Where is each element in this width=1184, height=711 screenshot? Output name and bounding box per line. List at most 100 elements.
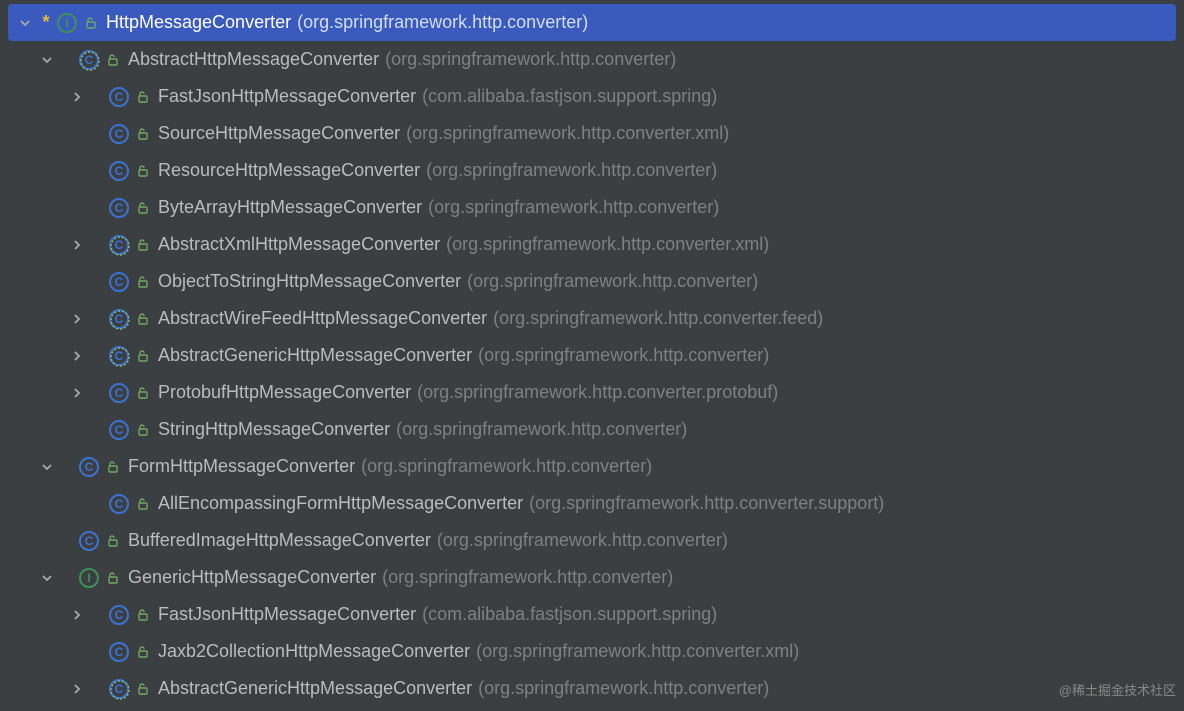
package-name: (com.alibaba.fastjson.support.spring) <box>422 604 717 625</box>
unlock-icon <box>104 569 122 587</box>
class-name: GenericHttpMessageConverter <box>128 567 376 588</box>
class-icon: C <box>108 86 130 108</box>
tree-row[interactable]: CFastJsonHttpMessageConverter(com.alibab… <box>0 78 1184 115</box>
class-icon: C <box>108 382 130 404</box>
class-name: AbstractGenericHttpMessageConverter <box>158 345 472 366</box>
class-name: ObjectToStringHttpMessageConverter <box>158 271 461 292</box>
chevron-right-icon[interactable] <box>68 680 86 698</box>
tree-row[interactable]: C AbstractHttpMessageConverter (org.spring… <box>0 41 1184 78</box>
tree-row[interactable]: * I HttpMessageConverter (org.springframewo… <box>8 4 1176 41</box>
class-name: AllEncompassingFormHttpMessageConverter <box>158 493 523 514</box>
tree-row[interactable]: CAbstractWireFeedHttpMessageConverter(or… <box>0 300 1184 337</box>
package-name: (org.springframework.http.converter) <box>478 345 769 366</box>
package-name: (org.springframework.http.converter) <box>361 456 652 477</box>
tree-row[interactable]: C ProtobufHttpMessageConverter (org.spring… <box>0 374 1184 411</box>
unlock-icon <box>134 495 152 513</box>
class-icon: C <box>108 493 130 515</box>
tree-row[interactable]: C ObjectToStringHttpMessageConverter (org.… <box>0 263 1184 300</box>
svg-text:I: I <box>87 571 90 585</box>
svg-text:I: I <box>65 16 68 30</box>
tree-row[interactable]: CFormHttpMessageConverter(org.springfram… <box>0 448 1184 485</box>
package-name: (org.springframework.http.converter) <box>437 530 728 551</box>
tree-row[interactable]: C AbstractGenericHttpMessageConverter (org… <box>0 337 1184 374</box>
svg-text:C: C <box>115 497 124 511</box>
interface-icon: I <box>56 12 78 34</box>
unlock-icon <box>104 458 122 476</box>
modifier-indicator: * <box>36 12 56 33</box>
class-name: AbstractHttpMessageConverter <box>128 49 379 70</box>
class-icon: C <box>78 530 100 552</box>
unlock-icon <box>134 236 152 254</box>
package-name: (org.springframework.http.converter) <box>385 49 676 70</box>
unlock-icon <box>134 199 152 217</box>
svg-text:C: C <box>115 645 124 659</box>
class-name: FormHttpMessageConverter <box>128 456 355 477</box>
abstract-icon: C <box>108 234 130 256</box>
package-name: (com.alibaba.fastjson.support.spring) <box>422 86 717 107</box>
class-icon: C <box>108 419 130 441</box>
chevron-right-icon[interactable] <box>68 384 86 402</box>
svg-text:C: C <box>85 53 94 67</box>
chevron-down-icon[interactable] <box>38 51 56 69</box>
tree-row[interactable]: CFastJsonHttpMessageConverter(com.alibab… <box>0 596 1184 633</box>
svg-text:C: C <box>115 238 124 252</box>
unlock-icon <box>134 680 152 698</box>
unlock-icon <box>104 51 122 69</box>
chevron-right-icon[interactable] <box>68 88 86 106</box>
abstract-icon: C <box>108 678 130 700</box>
package-name: (org.springframework.http.converter) <box>297 12 588 33</box>
class-name: BufferedImageHttpMessageConverter <box>128 530 431 551</box>
package-name: (org.springframework.http.converter.feed… <box>493 308 823 329</box>
chevron-down-icon[interactable] <box>38 458 56 476</box>
svg-text:C: C <box>115 312 124 326</box>
chevron-down-icon[interactable] <box>16 14 34 32</box>
tree-row[interactable]: C StringHttpMessageConverter (org.springfr… <box>0 411 1184 448</box>
unlock-icon <box>134 310 152 328</box>
chevron-right-icon[interactable] <box>68 310 86 328</box>
chevron-right-icon[interactable] <box>68 236 86 254</box>
tree-row[interactable]: C AllEncompassingFormHttpMessageConverter… <box>0 485 1184 522</box>
unlock-icon <box>134 421 152 439</box>
package-name: (org.springframework.http.converter) <box>426 160 717 181</box>
abstract-icon: C <box>78 49 100 71</box>
unlock-icon <box>134 125 152 143</box>
svg-text:C: C <box>115 275 124 289</box>
tree-row[interactable]: C BufferedImageHttpMessageConverter (org.s… <box>0 522 1184 559</box>
watermark: @稀土掘金技术社区 <box>1059 680 1176 699</box>
tree-row[interactable]: CByteArrayHttpMessageConverter(org.sprin… <box>0 189 1184 226</box>
tree-row[interactable]: CSourceHttpMessageConverter(org.springfr… <box>0 115 1184 152</box>
unlock-icon <box>134 88 152 106</box>
class-icon: C <box>108 604 130 626</box>
svg-text:C: C <box>115 127 124 141</box>
svg-text:C: C <box>115 423 124 437</box>
tree-row[interactable]: IGenericHttpMessageConverter(org.springf… <box>0 559 1184 596</box>
chevron-right-icon[interactable] <box>68 347 86 365</box>
tree-row[interactable]: CAbstractGenericHttpMessageConverter(org… <box>0 670 1184 707</box>
class-name: AbstractXmlHttpMessageConverter <box>158 234 440 255</box>
package-name: (org.springframework.http.converter) <box>467 271 758 292</box>
abstract-icon: C <box>108 308 130 330</box>
unlock-icon <box>104 532 122 550</box>
svg-text:C: C <box>85 534 94 548</box>
svg-text:C: C <box>115 682 124 696</box>
tree-row[interactable]: CJaxb2CollectionHttpMessageConverter(org… <box>0 633 1184 670</box>
class-name: Jaxb2CollectionHttpMessageConverter <box>158 641 470 662</box>
class-name: StringHttpMessageConverter <box>158 419 390 440</box>
class-icon: C <box>108 197 130 219</box>
svg-text:C: C <box>115 90 124 104</box>
class-name: ProtobufHttpMessageConverter <box>158 382 411 403</box>
package-name: (org.springframework.http.converter) <box>396 419 687 440</box>
chevron-right-icon[interactable] <box>68 606 86 624</box>
tree-row[interactable]: C AbstractXmlHttpMessageConverter (org.spr… <box>0 226 1184 263</box>
unlock-icon <box>134 606 152 624</box>
package-name: (org.springframework.http.converter.prot… <box>417 382 778 403</box>
chevron-down-icon[interactable] <box>38 569 56 587</box>
unlock-icon <box>134 643 152 661</box>
class-name: HttpMessageConverter <box>106 12 291 33</box>
package-name: (org.springframework.http.converter.supp… <box>529 493 884 514</box>
package-name: (org.springframework.http.converter.xml) <box>446 234 769 255</box>
abstract-icon: C <box>108 345 130 367</box>
class-icon: C <box>108 271 130 293</box>
class-name: ResourceHttpMessageConverter <box>158 160 420 181</box>
tree-row[interactable]: CResourceHttpMessageConverter(org.spring… <box>0 152 1184 189</box>
